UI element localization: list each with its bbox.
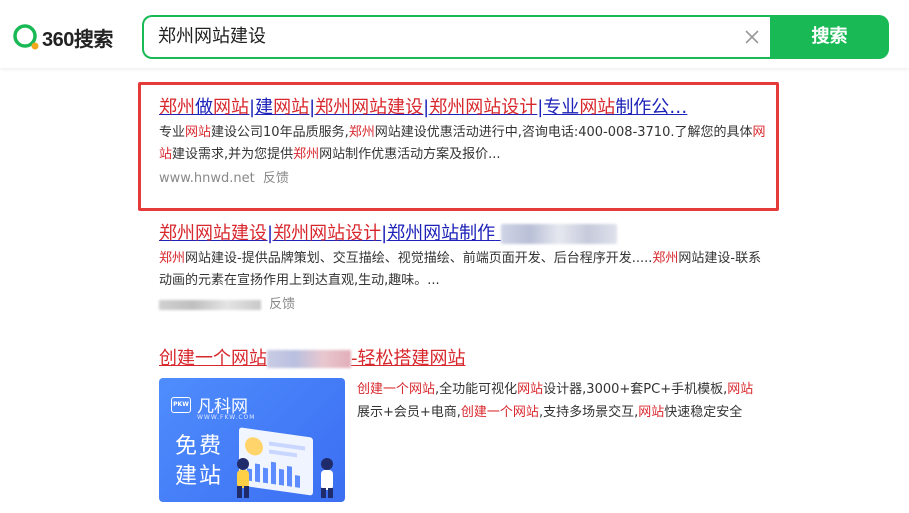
result-title-link[interactable]: 郑州网站建设|郑州网站设计|郑州网站制作: [159, 222, 769, 246]
result-item: 郑州做网站|建网站|郑州网站建设|郑州网站设计|专业网站制作公… 专业网站建设公…: [159, 96, 769, 190]
logo[interactable]: 360搜索: [12, 22, 113, 52]
result-meta: 反馈: [159, 294, 769, 316]
text-segment: ,全功能可视化: [435, 382, 518, 397]
blurred-title-fragment: [267, 350, 351, 368]
logo-q-icon: [13, 24, 39, 50]
keyword-highlight: 网站: [273, 97, 310, 118]
result-item: 创建一个网站 -轻松搭建网站: [159, 347, 769, 371]
keyword-highlight: 网站: [638, 405, 665, 420]
result-url[interactable]: www.hnwd.net: [159, 171, 255, 186]
keyword-highlight: 郑州网站设计: [429, 97, 538, 118]
text-segment: 制作公…: [615, 97, 688, 118]
text-segment: 快速稳定安全: [664, 405, 743, 420]
keyword-highlight: 郑州: [348, 125, 375, 140]
feedback-link[interactable]: 反馈: [263, 171, 289, 186]
text-segment: 展示+会员+电商,: [357, 405, 461, 420]
search-box: [142, 15, 772, 59]
text-segment: |建: [249, 97, 274, 118]
dashboard-illustration-icon: [237, 427, 333, 498]
keyword-highlight: 创建一个网站: [460, 405, 539, 420]
keyword-highlight: 郑州: [159, 251, 186, 266]
search-header: 360搜索 搜索: [0, 0, 909, 68]
blurred-title-fragment: [500, 224, 617, 244]
text-segment: 网站制作优惠活动方案及报价...: [319, 147, 501, 162]
keyword-highlight: 郑州网站建设: [315, 97, 424, 118]
ad-image[interactable]: PKW 凡科网 WWW.FKW.COM 免费 建站: [159, 378, 345, 502]
text-segment: 设计器,3000+套PC+手机模板,: [543, 382, 728, 397]
title-part: -轻松搭建网站: [351, 348, 466, 369]
text-segment: 网站建设-提供品牌策划、交互描绘、视觉描绘、前端页面开发、后台程序开发.....: [185, 251, 653, 266]
keyword-highlight: 网站: [727, 382, 754, 397]
text-segment: 网站建设优惠活动进行中,咨询电话:400-008-3710.了解您的具体: [374, 125, 753, 140]
search-input[interactable]: [158, 17, 718, 57]
result-description: 郑州网站建设-提供品牌策划、交互描绘、视觉描绘、前端页面开发、后台程序开发...…: [159, 248, 769, 292]
logo-text: 360搜索: [42, 28, 113, 51]
keyword-highlight: 郑州: [159, 97, 195, 118]
text-segment: ,支持多场景交互,: [538, 405, 639, 420]
text-segment: 做: [195, 97, 213, 118]
feedback-link[interactable]: 反馈: [269, 297, 295, 312]
title-part: 创建一个网站: [159, 348, 267, 369]
keyword-highlight: 郑州: [652, 251, 679, 266]
keyword-highlight: 郑州网站建设: [159, 223, 267, 244]
result-title-link[interactable]: 创建一个网站 -轻松搭建网站: [159, 347, 769, 371]
search-button[interactable]: 搜索: [770, 15, 889, 59]
text-segment: 郑州网站制作: [387, 223, 496, 244]
keyword-highlight: 网站: [517, 382, 544, 397]
result-item: 郑州网站建设|郑州网站设计|郑州网站制作 郑州网站建设-提供品牌策划、交互描绘、…: [159, 222, 769, 316]
keyword-highlight: 创建一个网站: [357, 382, 436, 397]
blurred-url[interactable]: [159, 299, 261, 310]
result-meta: www.hnwd.net 反馈: [159, 168, 769, 190]
keyword-highlight: 郑州: [293, 147, 320, 162]
text-segment: |专业: [537, 97, 580, 118]
close-icon[interactable]: [742, 27, 762, 47]
keyword-highlight: 网站: [213, 97, 249, 118]
text-segment: 专业: [159, 125, 186, 140]
text-segment: 建设需求,并为您提供: [172, 147, 294, 162]
keyword-highlight: 网站: [185, 125, 212, 140]
ad-description: 创建一个网站,全功能可视化网站设计器,3000+套PC+手机模板,网站展示+会员…: [357, 378, 757, 424]
result-description: 专业网站建设公司10年品质服务,郑州网站建设优惠活动进行中,咨询电话:400-0…: [159, 122, 769, 166]
keyword-highlight: 网站: [579, 97, 616, 118]
text-segment: 建设公司10年品质服务,: [211, 125, 349, 140]
keyword-highlight: 郑州网站设计: [273, 223, 382, 244]
result-title-link[interactable]: 郑州做网站|建网站|郑州网站建设|郑州网站设计|专业网站制作公…: [159, 96, 769, 120]
